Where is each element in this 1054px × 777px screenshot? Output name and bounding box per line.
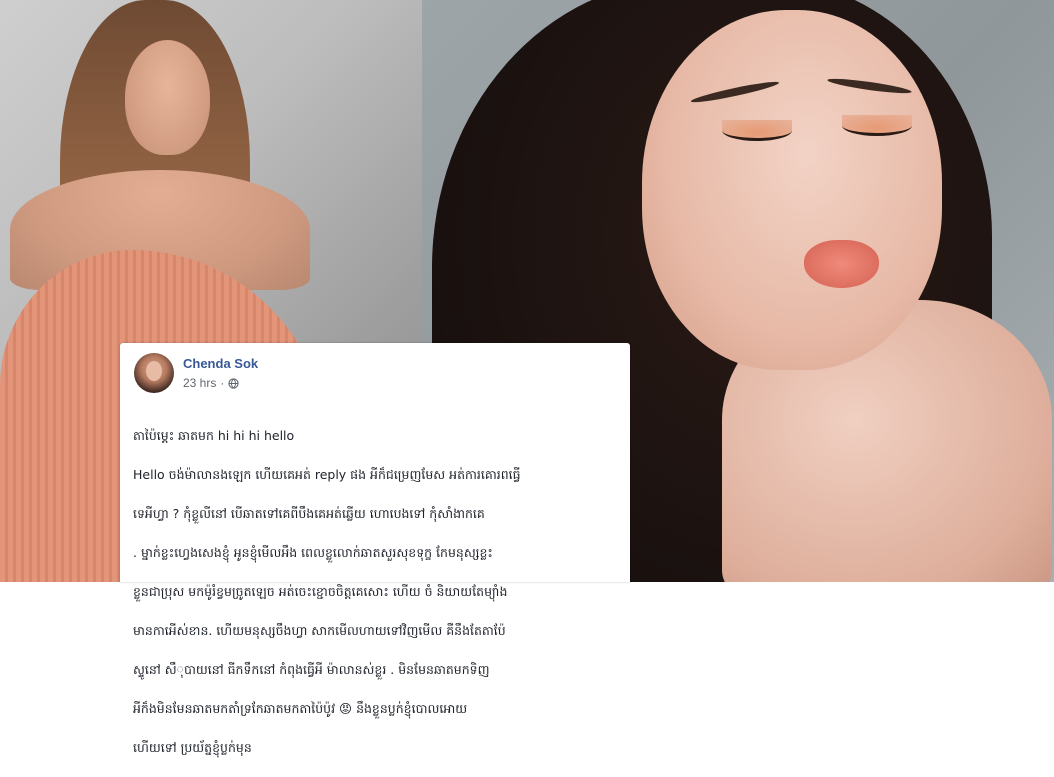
post-text-line: តាប៉ៃម្ដេះ ឆាតមក hi hi hi hello: [133, 427, 295, 443]
post-header: Chenda Sok 23 hrs ·: [134, 353, 620, 393]
post-text-line: ទេអីហ្វា ? កុំខ្លួលីនៅ បើឆាតទៅគេពីបឹងគេអ…: [133, 505, 485, 521]
globe-icon[interactable]: [228, 377, 239, 389]
facebook-post-card: Chenda Sok 23 hrs · តាប៉ៃម្ដេះ ឆាតមក hi …: [120, 343, 630, 755]
post-text-line: មានកាអើស់ខាន. ហើយមនុស្សចឹងហ្វា សាកមើលហាយ…: [133, 622, 506, 638]
post-meta: 23 hrs ·: [183, 376, 239, 390]
right-eyelid: [842, 115, 912, 136]
avatar[interactable]: [134, 353, 174, 393]
post-text-line: . ម្នាក់ខ្លះហ្វេងសេងខ្ញុំ អូនខ្ញុំមើលអឹង…: [133, 544, 493, 560]
post-text-line: ស្ទូនៅ សឹុបាយនៅ ធីកទឹកនៅ កំពុងធ្វើអី ម៉ា…: [133, 661, 490, 677]
face-shape: [642, 10, 942, 370]
post-text: តាប៉ៃម្ដេះ ឆាតមក hi hi hi hello Hello ចង…: [133, 406, 623, 777]
left-eyelid: [722, 120, 792, 141]
post-text-line: ខ្លួនជាប្រុស មកម៉ូរំខ្វមច្រូតឡេច អត់ចេះខ…: [133, 583, 508, 599]
lips-shape: [804, 240, 879, 288]
meta-separator: ·: [220, 376, 225, 390]
post-timestamp[interactable]: 23 hrs: [183, 376, 216, 390]
post-text-line: ហើយទៅ ប្រយ័ត្នខ្ញុំប្លក់មុន: [133, 739, 252, 755]
author-name-link[interactable]: Chenda Sok: [183, 356, 258, 371]
post-text-line: អីក៏ងមិនមែនឆាតមកតាំទ្រកែឆាតមកតាប៉ៃប៉ូវ 😡…: [133, 700, 468, 716]
face-shape: [125, 40, 210, 155]
post-text-line: Hello ចង់ម៉ាលានងឡេក ហើយគេអត់ reply ផង អី…: [133, 466, 521, 482]
